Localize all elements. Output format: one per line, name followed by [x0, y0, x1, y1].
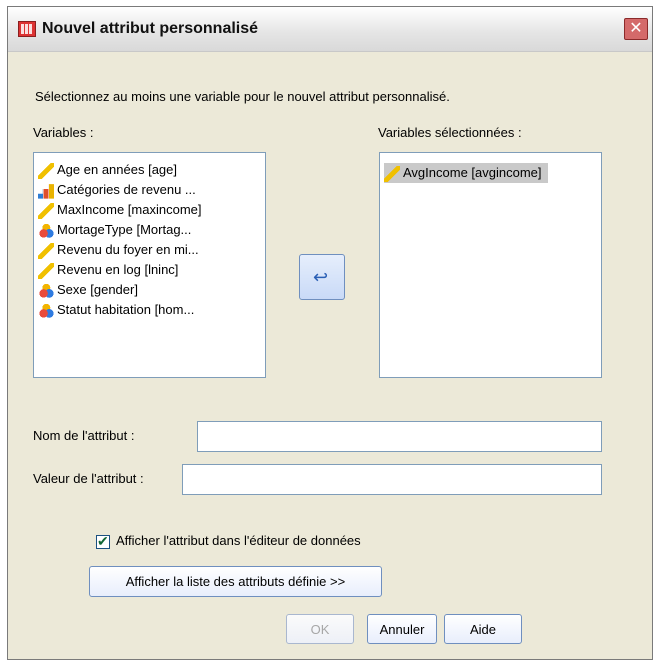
selected-list-item[interactable]: AvgIncome [avgincome] [384, 163, 548, 183]
list-item[interactable]: Catégories de revenu ... [38, 180, 196, 200]
list-item[interactable]: Revenu en log [lninc] [38, 260, 178, 280]
list-item[interactable]: MortageType [Mortag... [38, 220, 191, 240]
nominal-icon [38, 222, 54, 239]
list-item[interactable]: Sexe [gender] [38, 280, 138, 300]
instruction-text: Sélectionnez au moins une variable pour … [35, 89, 450, 104]
arrow-left-icon: ↩ [313, 267, 329, 287]
list-item-label: Catégories de revenu ... [57, 182, 196, 197]
list-item[interactable]: Age en années [age] [38, 160, 177, 180]
variables-listbox[interactable]: Age en années [age] Catégories de revenu… [33, 152, 266, 378]
move-variable-button[interactable]: ↩ [299, 254, 345, 300]
list-item-label: Revenu en log [lninc] [57, 262, 179, 277]
selected-item-label: AvgIncome [avgincome] [403, 165, 542, 180]
title-bar: Nouvel attribut personnalisé ✕ [8, 7, 652, 52]
ruler-icon [38, 262, 54, 279]
attribute-name-input[interactable] [197, 421, 602, 452]
ruler-icon [384, 165, 400, 182]
list-item-label: Sexe [gender] [57, 282, 138, 297]
bar-chart-icon [38, 184, 54, 199]
list-item-label: MortageType [Mortag... [57, 222, 192, 237]
list-item[interactable]: Revenu du foyer en mi... [38, 240, 199, 260]
nominal-icon [38, 302, 54, 319]
selected-variables-label: Variables sélectionnées : [378, 125, 522, 140]
help-button[interactable]: Aide [444, 614, 522, 644]
attribute-name-label: Nom de l'attribut : [33, 428, 135, 443]
list-item-label: MaxIncome [maxincome] [57, 202, 202, 217]
show-attributes-button[interactable]: Afficher la liste des attributs définie … [89, 566, 382, 597]
app-icon [18, 21, 36, 37]
ok-button[interactable]: OK [286, 614, 354, 644]
variables-label: Variables : [33, 125, 94, 140]
list-item-label: Age en années [age] [57, 162, 177, 177]
dialog-window: Nouvel attribut personnalisé ✕ Sélection… [7, 6, 653, 660]
cancel-button[interactable]: Annuler [367, 614, 437, 644]
list-item[interactable]: Statut habitation [hom... [38, 300, 194, 320]
nominal-icon [38, 282, 54, 299]
list-item[interactable]: MaxIncome [maxincome] [38, 200, 202, 220]
selected-variables-listbox[interactable]: AvgIncome [avgincome] [379, 152, 602, 378]
show-in-editor-label: Afficher l'attribut dans l'éditeur de do… [116, 533, 361, 548]
ruler-icon [38, 162, 54, 179]
close-icon: ✕ [629, 20, 643, 37]
ruler-icon [38, 242, 54, 259]
window-title: Nouvel attribut personnalisé [42, 20, 259, 37]
show-in-editor-checkbox[interactable] [96, 533, 110, 550]
list-item-label: Revenu du foyer en mi... [57, 242, 199, 257]
list-item-label: Statut habitation [hom... [57, 302, 195, 317]
attribute-value-label: Valeur de l'attribut : [33, 471, 144, 486]
attribute-value-input[interactable] [182, 464, 602, 495]
close-button[interactable]: ✕ [624, 18, 648, 40]
ruler-icon [38, 202, 54, 219]
